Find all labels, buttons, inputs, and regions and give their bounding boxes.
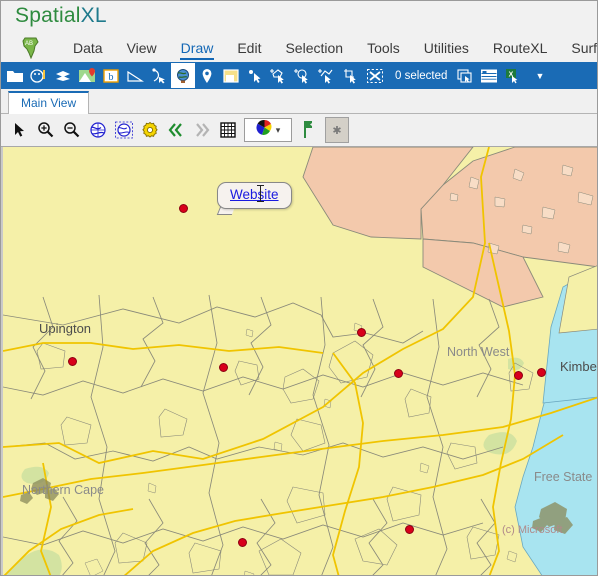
place-pin-button[interactable] (195, 63, 219, 88)
map-point-marker[interactable] (238, 538, 247, 547)
add-shape-button[interactable] (267, 63, 291, 88)
ribbon-toolbar: b 0 selected X ▼ (1, 62, 597, 89)
map-toolbar: ▾ ✱ (1, 114, 597, 147)
menu-item-selection[interactable]: Selection (273, 36, 355, 61)
map-point-marker[interactable] (68, 357, 77, 366)
map-point-marker[interactable] (537, 368, 546, 377)
zoom-in-button[interactable] (33, 117, 59, 143)
excel-export-button[interactable]: X (501, 63, 525, 88)
measure-button[interactable] (123, 63, 147, 88)
layers-button[interactable] (51, 63, 75, 88)
map-point-marker[interactable] (405, 525, 414, 534)
menu-item-data[interactable]: Data (61, 36, 115, 61)
app-title-primary: Spatial (15, 4, 81, 27)
map-point-marker[interactable] (394, 369, 403, 378)
add-polyline-button[interactable] (315, 63, 339, 88)
map-canvas[interactable]: North West Upington Kimbe Free State Nor… (1, 147, 597, 575)
map-graphic (3, 147, 597, 575)
copy-selection-button[interactable] (453, 63, 477, 88)
color-wheel-icon (256, 119, 273, 141)
map-point-marker[interactable] (219, 363, 228, 372)
ribbon-overflow-caret-icon[interactable]: ▼ (525, 71, 544, 81)
open-table-button[interactable] (477, 63, 501, 88)
color-combo-caret-icon[interactable]: ▾ (276, 125, 281, 136)
clear-selection-button[interactable] (363, 63, 387, 88)
view-tab-strip: Main View (1, 89, 597, 114)
theme-button[interactable] (27, 63, 51, 88)
add-circle-button[interactable] (291, 63, 315, 88)
bing-map-button[interactable]: b (99, 63, 123, 88)
color-picker-combo[interactable]: ▾ (244, 118, 292, 142)
app-title: SpatialXL (15, 4, 107, 28)
menu-bar: AB Data View Draw Edit Selection Tools U… (1, 34, 597, 62)
menu-item-view[interactable]: View (115, 36, 169, 61)
add-note-button[interactable] (219, 63, 243, 88)
selection-status-label: 0 selected (395, 69, 448, 82)
node-edit-button[interactable] (147, 63, 171, 88)
crop-select-button[interactable] (339, 63, 363, 88)
zoom-out-button[interactable] (59, 117, 85, 143)
svg-text:AB: AB (25, 41, 33, 47)
menu-item-draw[interactable]: Draw (169, 36, 226, 61)
website-link[interactable]: Website (230, 187, 279, 202)
grid-toggle-button[interactable] (215, 117, 241, 143)
africa-logo-icon[interactable]: AB (19, 37, 43, 60)
open-project-button[interactable] (3, 63, 27, 88)
menu-item-tools[interactable]: Tools (355, 36, 412, 61)
favorite-button[interactable]: ✱ (325, 117, 349, 143)
pointer-tool-button[interactable] (7, 117, 33, 143)
svg-text:b: b (109, 72, 114, 83)
map-point-marker[interactable] (357, 328, 366, 337)
map-settings-gear-icon[interactable] (137, 117, 163, 143)
bookmark-flag-button[interactable] (295, 117, 321, 143)
website-callout[interactable]: Website (217, 182, 292, 209)
previous-view-button[interactable] (163, 117, 189, 143)
menu-item-edit[interactable]: Edit (225, 36, 273, 61)
app-title-secondary: XL (80, 4, 107, 27)
text-cursor-icon (257, 185, 264, 202)
map-point-marker[interactable] (514, 371, 523, 380)
map-point-marker[interactable] (179, 204, 188, 213)
google-map-button[interactable] (75, 63, 99, 88)
zoom-selection-button[interactable] (111, 117, 137, 143)
menu-item-list: Data View Draw Edit Selection Tools Util… (61, 34, 597, 62)
menu-item-surfaces[interactable]: Surfaces (559, 36, 597, 61)
select-point-button[interactable] (243, 63, 267, 88)
zoom-extent-button[interactable] (85, 117, 111, 143)
menu-item-utilities[interactable]: Utilities (412, 36, 481, 61)
menu-item-routexl[interactable]: RouteXL (481, 36, 559, 61)
next-view-button[interactable] (189, 117, 215, 143)
title-bar: SpatialXL (1, 1, 597, 34)
spatialxl-window: SpatialXL AB Data View Draw Edit Selecti… (0, 0, 598, 576)
globe-view-button[interactable] (171, 63, 195, 88)
tab-main-view[interactable]: Main View (8, 91, 90, 114)
